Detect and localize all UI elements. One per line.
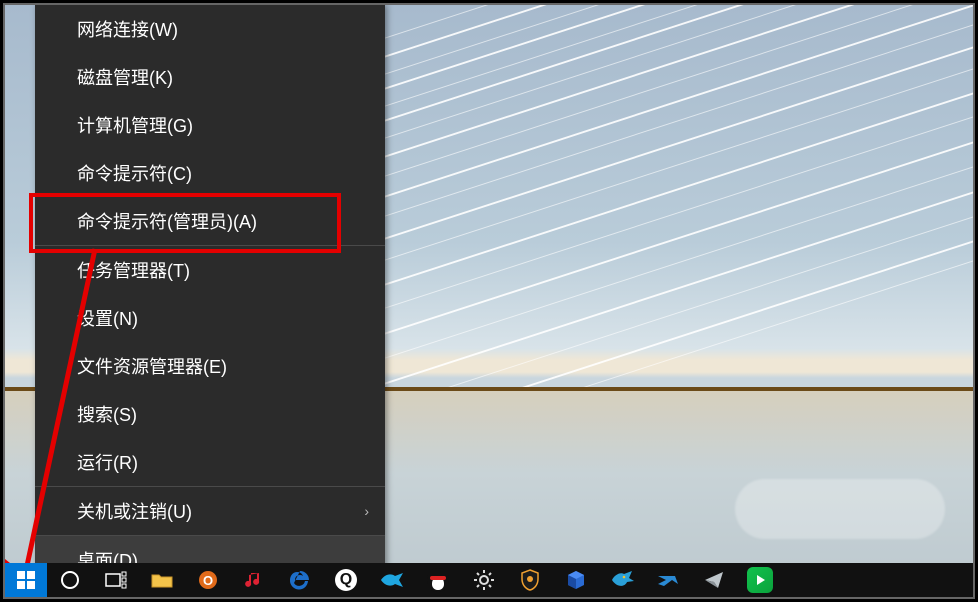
menu-item-label: 命令提示符(C)	[77, 164, 192, 184]
edge-icon	[289, 569, 311, 591]
menu-item-label: 搜索(S)	[77, 405, 137, 425]
screenshot-frame: 网络连接(W) 磁盘管理(K) 计算机管理(G) 命令提示符(C) 命令提示符(…	[3, 3, 975, 599]
taskbar-qq-icon[interactable]	[415, 563, 461, 597]
menu-item-run[interactable]: 运行(R)	[35, 438, 385, 486]
letter-o-icon: O	[197, 569, 219, 591]
taskbar-folder-icon[interactable]	[139, 563, 185, 597]
circle-icon	[60, 570, 80, 590]
cube-icon	[565, 569, 587, 591]
taskview-icon	[105, 571, 127, 589]
windows-logo-icon	[17, 571, 35, 589]
swallow-icon	[656, 572, 680, 588]
folder-icon	[151, 571, 173, 589]
taskbar-taskview-icon[interactable]	[93, 563, 139, 597]
paper-plane-icon	[703, 569, 725, 591]
menu-item-label: 网络连接(W)	[77, 20, 178, 40]
taskbar-cortana-icon[interactable]	[47, 563, 93, 597]
taskbar-edge-icon[interactable]	[277, 563, 323, 597]
eagle-icon	[610, 570, 634, 590]
menu-item-file-explorer[interactable]: 文件资源管理器(E)	[35, 342, 385, 390]
taskbar-browser-q-icon[interactable]: Q	[323, 563, 369, 597]
play-badge-icon	[747, 567, 773, 593]
notification-ghost	[735, 479, 945, 539]
menu-item-computer-management[interactable]: 计算机管理(G)	[35, 101, 385, 149]
menu-item-task-manager[interactable]: 任务管理器(T)	[35, 246, 385, 294]
menu-item-label: 关机或注销(U)	[77, 502, 192, 522]
menu-item-disk-management[interactable]: 磁盘管理(K)	[35, 53, 385, 101]
letter-q-icon: Q	[335, 569, 357, 591]
taskbar-eagle-icon[interactable]	[599, 563, 645, 597]
taskbar-gear-icon[interactable]	[461, 563, 507, 597]
menu-item-network-connections[interactable]: 网络连接(W)	[35, 5, 385, 53]
menu-item-label: 设置(N)	[77, 309, 138, 329]
menu-item-label: 命令提示符(管理员)(A)	[77, 212, 257, 232]
taskbar-paperplane-icon[interactable]	[691, 563, 737, 597]
menu-item-search[interactable]: 搜索(S)	[35, 390, 385, 438]
music-note-icon	[244, 570, 264, 590]
menu-item-label: 磁盘管理(K)	[77, 68, 173, 88]
gear-icon	[473, 569, 495, 591]
taskbar-swift-blue-icon[interactable]	[645, 563, 691, 597]
taskbar-cube-icon[interactable]	[553, 563, 599, 597]
shield-icon	[520, 569, 540, 591]
penguin-icon	[427, 568, 449, 592]
menu-item-settings[interactable]: 设置(N)	[35, 294, 385, 342]
menu-item-label: 运行(R)	[77, 453, 138, 473]
winx-context-menu: 网络连接(W) 磁盘管理(K) 计算机管理(G) 命令提示符(C) 命令提示符(…	[35, 5, 385, 584]
taskbar-browser-o-icon[interactable]: O	[185, 563, 231, 597]
menu-item-command-prompt-admin[interactable]: 命令提示符(管理员)(A)	[35, 197, 385, 245]
taskbar-swift-icon[interactable]	[369, 563, 415, 597]
taskbar: O Q	[5, 563, 973, 597]
bird-icon	[380, 572, 404, 588]
taskbar-shield-icon[interactable]	[507, 563, 553, 597]
submenu-indicator-icon: ›	[364, 503, 369, 519]
menu-item-label: 任务管理器(T)	[77, 261, 190, 281]
svg-text:O: O	[203, 573, 213, 588]
menu-item-label: 计算机管理(G)	[77, 116, 193, 136]
menu-item-shutdown-signout[interactable]: 关机或注销(U) ›	[35, 487, 385, 535]
menu-item-label: 文件资源管理器(E)	[77, 357, 227, 377]
taskbar-video-icon[interactable]	[737, 563, 783, 597]
menu-item-command-prompt[interactable]: 命令提示符(C)	[35, 149, 385, 197]
start-button[interactable]	[5, 563, 47, 597]
taskbar-music-icon[interactable]	[231, 563, 277, 597]
